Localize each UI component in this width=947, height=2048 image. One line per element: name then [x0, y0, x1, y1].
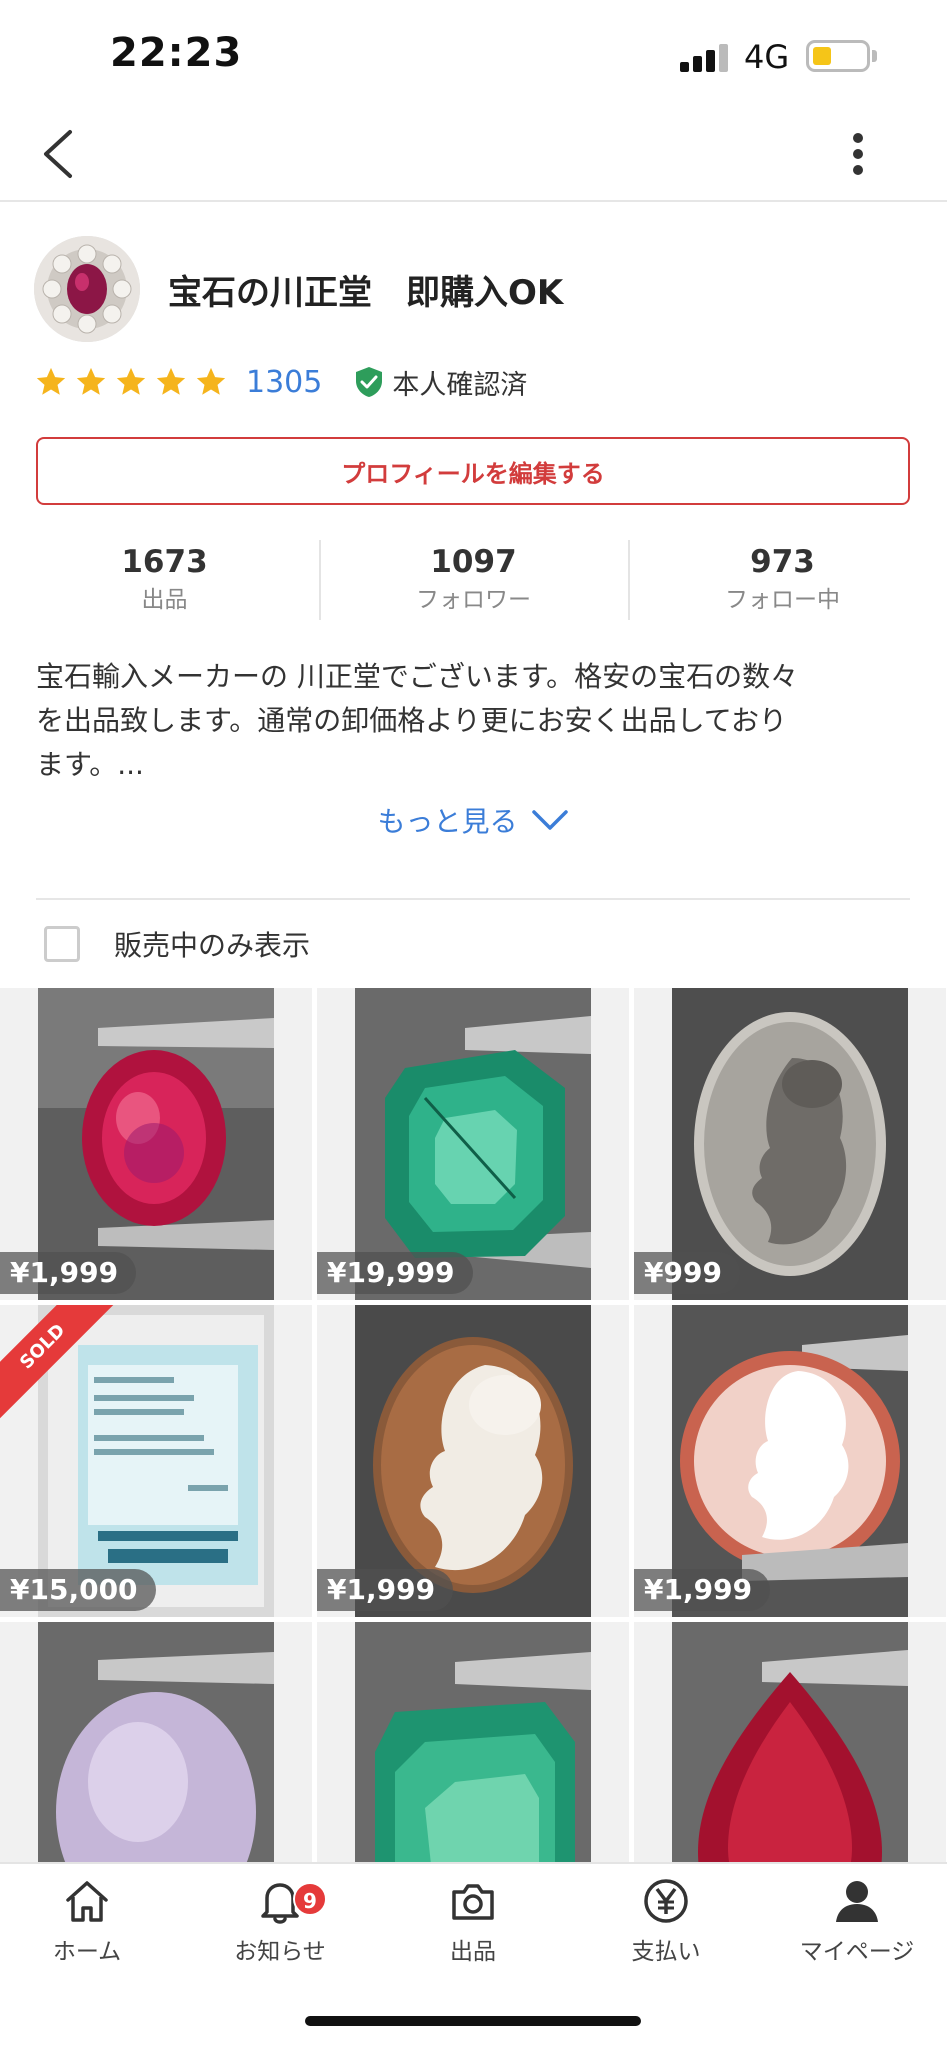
yen-icon — [644, 1879, 688, 1923]
back-button[interactable] — [34, 124, 94, 184]
camera-icon — [452, 1884, 494, 1920]
shop-name: 宝石の川正堂 即購入OK — [168, 273, 564, 313]
tab-label: ホーム — [52, 1939, 122, 1965]
ruby-pear-icon — [672, 1622, 908, 1864]
battery-nub — [872, 50, 877, 62]
item-price: ¥1,999 — [317, 1569, 454, 1611]
item-price: ¥15,000 — [0, 1569, 156, 1611]
stat-listings[interactable]: 1673 出品 — [10, 540, 319, 620]
on-sale-filter-label: 販売中のみ表示 — [114, 929, 311, 962]
stat-label: フォロー中 — [725, 587, 840, 613]
star-icon — [76, 367, 106, 395]
item-tile[interactable]: ¥1,999 — [0, 988, 312, 1300]
item-tile[interactable]: SOLD ¥15,000 — [0, 1305, 312, 1617]
tab-payments[interactable]: 支払い — [571, 1876, 761, 1976]
item-tile[interactable]: ¥1,999 — [634, 1305, 946, 1617]
divider — [36, 898, 910, 900]
on-sale-checkbox[interactable] — [44, 926, 80, 962]
item-price: ¥999 — [634, 1252, 740, 1294]
star-icon — [156, 367, 186, 395]
emerald-square-icon — [355, 1622, 591, 1864]
person-icon — [836, 1881, 878, 1922]
tab-label: 支払い — [631, 1939, 701, 1965]
chevron-down-icon — [531, 810, 568, 830]
show-more-label: もっと見る — [377, 805, 518, 838]
stats-row: 1673 出品 1097 フォロワー 973 フォロー中 — [0, 540, 947, 620]
avatar[interactable] — [34, 236, 140, 342]
status-time: 22:23 — [110, 30, 243, 76]
battery-icon — [806, 40, 870, 72]
more-options-button[interactable] — [840, 126, 880, 186]
stat-label: 出品 — [141, 587, 188, 613]
item-tile[interactable] — [0, 1622, 312, 1864]
chevron-left-icon — [44, 130, 72, 178]
show-more-link[interactable]: もっと見る — [0, 800, 947, 840]
edit-profile-button[interactable]: プロフィールを編集する — [36, 437, 910, 505]
item-price: ¥19,999 — [317, 1252, 473, 1294]
home-indicator — [305, 2016, 641, 2026]
item-price: ¥1,999 — [634, 1569, 771, 1611]
tab-label: 出品 — [450, 1939, 496, 1965]
verified-label: 本人確認済 — [392, 369, 528, 401]
status-bar: 22:23 4G — [0, 0, 947, 112]
stat-followers[interactable]: 1097 フォロワー — [319, 540, 628, 620]
bio-line: ます。... — [36, 748, 144, 781]
rating-row[interactable]: 1305 本人確認済 — [34, 360, 527, 404]
bio-text: 宝石輸入メーカーの 川正堂でございます。格安の宝石の数々 を出品致します。通常の… — [36, 655, 916, 787]
star-icon — [116, 367, 146, 395]
item-tile[interactable]: ¥999 — [634, 988, 946, 1300]
verified-badge: 本人確認済 — [354, 363, 527, 402]
tab-label: お知らせ — [234, 1939, 326, 1965]
review-count[interactable]: 1305 — [246, 365, 322, 400]
item-tile[interactable] — [317, 1622, 629, 1864]
stat-value: 1097 — [430, 544, 517, 580]
item-price: ¥1,999 — [0, 1252, 137, 1294]
item-grid: ¥1,999 ¥19,999 ¥999 SOLD ¥15,000 ¥1,999 … — [0, 988, 947, 1864]
signal-icon — [680, 44, 732, 72]
home-icon — [66, 1881, 108, 1922]
nav-bar — [0, 112, 947, 202]
item-tile[interactable] — [634, 1622, 946, 1864]
stat-value: 1673 — [121, 544, 208, 580]
star-icon — [196, 367, 226, 395]
item-tile[interactable]: ¥1,999 — [317, 1305, 629, 1617]
bio-line: を出品致します。通常の卸価格より更にお安く出品しており — [36, 704, 787, 737]
stat-label: フォロワー — [416, 587, 531, 613]
bio-line: 宝石輸入メーカーの 川正堂でございます。格安の宝石の数々 — [36, 660, 799, 693]
notification-badge: 9 — [293, 1882, 327, 1916]
lavender-jade-icon — [38, 1622, 274, 1864]
tab-notifications[interactable]: 9 お知らせ — [185, 1876, 375, 1976]
stat-following[interactable]: 973 フォロー中 — [628, 540, 937, 620]
more-vertical-icon — [853, 133, 863, 175]
on-sale-filter[interactable]: 販売中のみ表示 — [44, 922, 310, 966]
shield-check-icon — [356, 367, 383, 397]
tab-label: マイページ — [799, 1939, 915, 1965]
item-tile[interactable]: ¥19,999 — [317, 988, 629, 1300]
stat-value: 973 — [750, 544, 815, 580]
tab-home[interactable]: ホーム — [0, 1876, 182, 1976]
network-label: 4G — [744, 38, 790, 76]
star-icon — [36, 367, 66, 395]
tab-sell[interactable]: 出品 — [378, 1876, 568, 1976]
tab-mypage[interactable]: マイページ — [762, 1876, 947, 1976]
